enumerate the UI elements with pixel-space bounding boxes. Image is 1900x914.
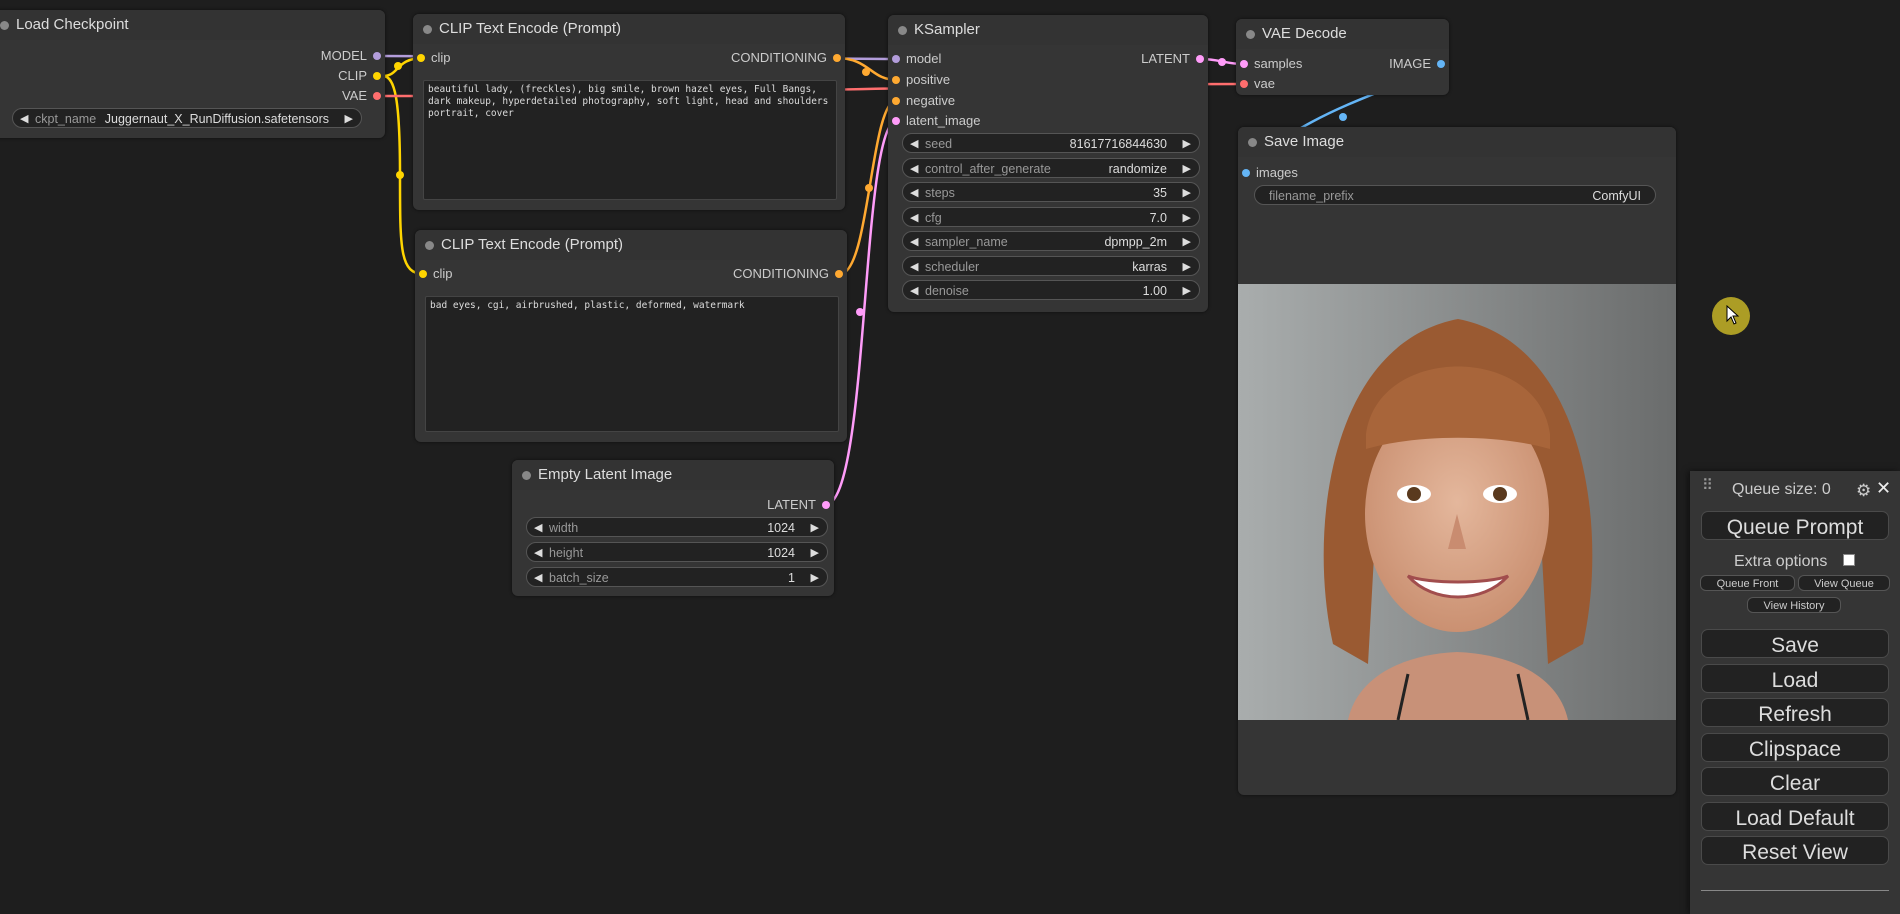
- width-widget[interactable]: ◀ width 1024 ▶: [526, 517, 828, 537]
- input-images[interactable]: images: [1238, 165, 1298, 181]
- load-default-button[interactable]: Load Default: [1701, 802, 1889, 831]
- cfg-widget[interactable]: ◀ cfg 7.0 ▶: [902, 207, 1200, 227]
- decrement-arrow-icon: ◀: [910, 138, 919, 150]
- increment-arrow-icon: ▶: [1182, 285, 1191, 297]
- collapse-dot-icon[interactable]: [522, 471, 531, 480]
- decrement-arrow-icon: ◀: [910, 261, 919, 273]
- ckpt-name-widget[interactable]: ◀ ckpt_name Juggernaut_X_RunDiffusion.sa…: [12, 108, 362, 128]
- input-clip[interactable]: clip: [415, 266, 453, 282]
- save-image-title[interactable]: Save Image: [1238, 127, 1676, 157]
- decrement-arrow-icon: ◀: [534, 547, 543, 559]
- decrement-arrow-icon: ◀: [910, 236, 919, 248]
- save-image-node[interactable]: Save Image images filename_prefix ComfyU…: [1238, 127, 1676, 795]
- load-button[interactable]: Load: [1701, 664, 1889, 693]
- decrement-arrow-icon: ◀: [20, 113, 29, 125]
- empty-latent-image-node[interactable]: Empty Latent Image LATENT ◀ width 1024 ▶ ◀ h…: [512, 460, 834, 596]
- input-samples[interactable]: samples: [1236, 56, 1302, 72]
- view-history-button[interactable]: View History: [1747, 597, 1841, 613]
- control-after-generate-widget[interactable]: ◀ control_after_generate randomize ▶: [902, 158, 1200, 178]
- output-conditioning[interactable]: CONDITIONING: [733, 266, 847, 282]
- queue-menu-panel[interactable]: ⠿ Queue size: 0 ⚙ ✕ Queue Prompt Extra o…: [1690, 471, 1900, 914]
- settings-gear-icon[interactable]: ⚙: [1856, 481, 1871, 501]
- scheduler-widget[interactable]: ◀ scheduler karras ▶: [902, 256, 1200, 276]
- output-latent[interactable]: LATENT: [767, 497, 834, 513]
- input-clip[interactable]: clip: [413, 50, 451, 66]
- output-vae[interactable]: VAE: [342, 88, 385, 104]
- increment-arrow-icon: ▶: [1182, 187, 1191, 199]
- output-image[interactable]: IMAGE: [1389, 56, 1449, 72]
- save-button[interactable]: Save: [1701, 629, 1889, 658]
- output-clip[interactable]: CLIP: [338, 68, 385, 84]
- increment-arrow-icon: ▶: [1182, 236, 1191, 248]
- load-checkpoint-node[interactable]: Load Checkpoint MODEL CLIP VAE ◀ ckpt_na…: [0, 10, 385, 138]
- mouse-cursor-icon: [1726, 305, 1740, 325]
- input-positive[interactable]: positive: [888, 72, 950, 88]
- increment-arrow-icon: ▶: [1182, 261, 1191, 273]
- reset-view-button[interactable]: Reset View: [1701, 836, 1889, 865]
- seed-widget[interactable]: ◀ seed 81617716844630 ▶: [902, 133, 1200, 153]
- clipspace-button[interactable]: Clipspace: [1701, 733, 1889, 762]
- collapse-dot-icon[interactable]: [1248, 138, 1257, 147]
- queue-prompt-button[interactable]: Queue Prompt: [1701, 511, 1889, 540]
- extra-options-checkbox[interactable]: [1843, 554, 1855, 566]
- decrement-arrow-icon: ◀: [910, 212, 919, 224]
- decrement-arrow-icon: ◀: [910, 285, 919, 297]
- clip-text-encode-negative-node[interactable]: CLIP Text Encode (Prompt) clip CONDITION…: [415, 230, 847, 442]
- clear-button[interactable]: Clear: [1701, 767, 1889, 796]
- menu-divider: [1701, 890, 1889, 891]
- increment-arrow-icon: ▶: [344, 113, 353, 125]
- denoise-widget[interactable]: ◀ denoise 1.00 ▶: [902, 280, 1200, 300]
- input-negative[interactable]: negative: [888, 93, 955, 109]
- increment-arrow-icon: ▶: [810, 547, 819, 559]
- increment-arrow-icon: ▶: [1182, 212, 1191, 224]
- increment-arrow-icon: ▶: [1182, 163, 1191, 175]
- empty-latent-title[interactable]: Empty Latent Image: [512, 460, 834, 490]
- close-icon[interactable]: ✕: [1876, 478, 1891, 499]
- view-queue-button[interactable]: View Queue: [1798, 575, 1890, 591]
- collapse-dot-icon[interactable]: [1246, 30, 1255, 39]
- collapse-dot-icon[interactable]: [898, 26, 907, 35]
- increment-arrow-icon: ▶: [810, 522, 819, 534]
- generated-image-preview[interactable]: [1238, 284, 1676, 720]
- load-checkpoint-title[interactable]: Load Checkpoint: [0, 10, 385, 40]
- vae-decode-node[interactable]: VAE Decode samples vae IMAGE: [1236, 19, 1449, 95]
- input-latent-image[interactable]: latent_image: [888, 113, 980, 129]
- negative-prompt-textarea[interactable]: bad eyes, cgi, airbrushed, plastic, defo…: [425, 296, 839, 432]
- increment-arrow-icon: ▶: [810, 572, 819, 584]
- output-model[interactable]: MODEL: [321, 48, 385, 64]
- decrement-arrow-icon: ◀: [534, 572, 543, 584]
- filename-prefix-widget[interactable]: filename_prefix ComfyUI: [1254, 185, 1656, 205]
- queue-size-label: Queue size: 0: [1732, 481, 1831, 498]
- increment-arrow-icon: ▶: [1182, 138, 1191, 150]
- ksampler-title[interactable]: KSampler: [888, 15, 1208, 45]
- refresh-button[interactable]: Refresh: [1701, 698, 1889, 727]
- decrement-arrow-icon: ◀: [910, 187, 919, 199]
- clip-neg-title[interactable]: CLIP Text Encode (Prompt): [415, 230, 847, 260]
- ksampler-node[interactable]: KSampler model positive negative latent_…: [888, 15, 1208, 312]
- collapse-dot-icon[interactable]: [0, 21, 9, 30]
- collapse-dot-icon[interactable]: [425, 241, 434, 250]
- vae-decode-title[interactable]: VAE Decode: [1236, 19, 1449, 49]
- decrement-arrow-icon: ◀: [534, 522, 543, 534]
- clip-pos-title[interactable]: CLIP Text Encode (Prompt): [413, 14, 845, 44]
- output-latent[interactable]: LATENT: [1141, 51, 1208, 67]
- height-widget[interactable]: ◀ height 1024 ▶: [526, 542, 828, 562]
- drag-handle-icon[interactable]: ⠿: [1702, 478, 1714, 493]
- output-conditioning[interactable]: CONDITIONING: [731, 50, 845, 66]
- positive-prompt-textarea[interactable]: beautiful lady, (freckles), big smile, b…: [423, 80, 837, 200]
- input-vae[interactable]: vae: [1236, 76, 1275, 92]
- sampler-name-widget[interactable]: ◀ sampler_name dpmpp_2m ▶: [902, 231, 1200, 251]
- extra-options-label: Extra options: [1734, 553, 1828, 570]
- batch-size-widget[interactable]: ◀ batch_size 1 ▶: [526, 567, 828, 587]
- decrement-arrow-icon: ◀: [910, 163, 919, 175]
- input-model[interactable]: model: [888, 51, 941, 67]
- steps-widget[interactable]: ◀ steps 35 ▶: [902, 182, 1200, 202]
- queue-front-button[interactable]: Queue Front: [1700, 575, 1795, 591]
- collapse-dot-icon[interactable]: [423, 25, 432, 34]
- clip-text-encode-positive-node[interactable]: CLIP Text Encode (Prompt) clip CONDITION…: [413, 14, 845, 210]
